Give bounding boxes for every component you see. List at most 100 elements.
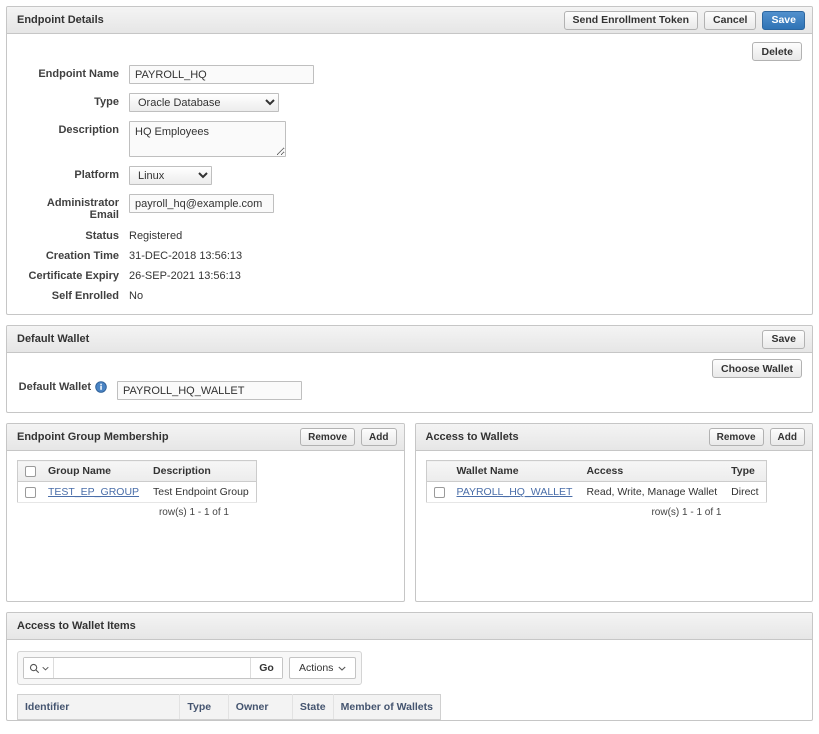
endpoint-group-remove-button[interactable]: Remove xyxy=(300,428,356,446)
select-all-header-cell xyxy=(426,460,450,482)
delete-button[interactable]: Delete xyxy=(752,42,802,61)
column-header-state[interactable]: State xyxy=(292,694,334,720)
status-row: Status Registered xyxy=(17,230,802,242)
access-to-wallet-items-table: Identifier Type Owner State Member of Wa… xyxy=(17,694,441,720)
column-header-type[interactable]: Type xyxy=(179,694,229,720)
access-to-wallets-buttons: Remove Add xyxy=(708,428,805,446)
row-checkbox[interactable] xyxy=(433,486,445,498)
search-icon[interactable] xyxy=(24,658,54,678)
description-field-wrapper: HQ Employees xyxy=(129,121,802,157)
certificate-expiry-label: Certificate Expiry xyxy=(28,270,119,282)
group-name-link[interactable]: TEST_EP_GROUP xyxy=(48,486,139,498)
default-wallet-field-wrapper xyxy=(117,381,802,400)
self-enrolled-value: No xyxy=(129,290,144,302)
chevron-down-icon xyxy=(338,666,347,671)
access-to-wallets-region: Access to Wallets Remove Add Wallet Name… xyxy=(414,423,813,602)
default-wallet-row: Default Wallet xyxy=(17,381,802,400)
table-row: TEST_EP_GROUP Test Endpoint Group xyxy=(17,481,257,503)
wallet-name-link[interactable]: PAYROLL_HQ_WALLET xyxy=(457,486,573,498)
column-header-wallet-name[interactable]: Wallet Name xyxy=(449,460,580,482)
endpoint-details-region: Endpoint Details Send Enrollment Token C… xyxy=(6,6,813,315)
endpoint-group-add-button[interactable]: Add xyxy=(361,428,397,446)
administrator-email-row: Administrator Email xyxy=(17,194,802,221)
creation-time-label: Creation Time xyxy=(45,250,119,262)
certificate-expiry-value: 26-SEP-2021 13:56:13 xyxy=(129,270,241,282)
access-to-wallet-items-region: Access to Wallet Items Go Actions Identi… xyxy=(6,612,813,721)
default-wallet-input[interactable] xyxy=(117,381,302,400)
endpoint-details-header-buttons: Send Enrollment Token Cancel Save xyxy=(563,10,805,30)
status-label: Status xyxy=(85,230,119,242)
search-input[interactable] xyxy=(54,658,250,678)
default-wallet-label-wrapper: Default Wallet xyxy=(17,381,117,393)
table-row: PAYROLL_HQ_WALLET Read, Write, Manage Wa… xyxy=(426,481,767,503)
cell-description: Test Endpoint Group xyxy=(146,481,257,503)
access-to-wallets-remove-button[interactable]: Remove xyxy=(708,428,764,446)
endpoint-details-body: Delete Endpoint Name Type Oracle Databas… xyxy=(7,34,812,314)
description-row: Description HQ Employees xyxy=(17,121,802,157)
platform-label: Platform xyxy=(74,169,119,181)
endpoint-group-membership-body: Group Name Description TEST_EP_GROUP Tes… xyxy=(7,451,404,601)
mid-columns: Endpoint Group Membership Remove Add Gro… xyxy=(6,423,813,612)
type-row: Type Oracle Database xyxy=(17,93,802,112)
endpoint-details-header: Endpoint Details Send Enrollment Token C… xyxy=(7,7,812,34)
endpoint-details-page: Endpoint Details Send Enrollment Token C… xyxy=(0,0,819,734)
access-to-wallets-header: Access to Wallets Remove Add xyxy=(415,424,812,451)
type-select[interactable]: Oracle Database xyxy=(129,93,279,112)
administrator-email-input[interactable] xyxy=(129,194,274,213)
delete-button-wrapper: Delete xyxy=(17,42,802,61)
self-enrolled-label: Self Enrolled xyxy=(51,290,119,302)
search-box: Go xyxy=(23,657,283,679)
platform-field-wrapper: Linux xyxy=(129,166,802,185)
description-textarea[interactable]: HQ Employees xyxy=(129,121,286,157)
save-button[interactable]: Save xyxy=(762,10,805,30)
cell-access: Read, Write, Manage Wallet xyxy=(579,481,725,503)
interactive-report-search-bar: Go Actions xyxy=(17,651,363,685)
column-header-owner[interactable]: Owner xyxy=(228,694,293,720)
default-wallet-label: Default Wallet xyxy=(18,381,91,393)
access-to-wallets-table: Wallet Name Access Type PAYROLL_HQ_WALLE… xyxy=(425,460,767,503)
description-label: Description xyxy=(58,124,119,136)
certificate-expiry-row: Certificate Expiry 26-SEP-2021 13:56:13 xyxy=(17,270,802,282)
endpoint-name-row: Endpoint Name xyxy=(17,65,802,84)
column-header-description[interactable]: Description xyxy=(146,460,257,482)
endpoint-group-membership-header: Endpoint Group Membership Remove Add xyxy=(7,424,404,451)
column-header-identifier[interactable]: Identifier xyxy=(17,694,181,720)
endpoint-name-label: Endpoint Name xyxy=(38,68,119,80)
row-checkbox[interactable] xyxy=(25,486,36,498)
access-to-wallet-items-title: Access to Wallet Items xyxy=(17,620,136,632)
column-header-access[interactable]: Access xyxy=(579,460,725,482)
access-to-wallets-pagination: row(s) 1 - 1 of 1 xyxy=(651,507,722,518)
creation-time-row: Creation Time 31-DEC-2018 13:56:13 xyxy=(17,250,802,262)
cell-wallet-name: PAYROLL_HQ_WALLET xyxy=(449,481,580,503)
choose-wallet-button[interactable]: Choose Wallet xyxy=(712,359,802,378)
creation-time-value: 31-DEC-2018 13:56:13 xyxy=(129,250,243,262)
column-header-type[interactable]: Type xyxy=(724,460,767,482)
access-to-wallets-add-button[interactable]: Add xyxy=(769,428,805,446)
row-select-cell xyxy=(17,481,41,503)
column-header-member-of-wallets[interactable]: Member of Wallets xyxy=(333,694,441,720)
column-header-group-name[interactable]: Group Name xyxy=(41,460,147,482)
select-all-checkbox[interactable] xyxy=(25,465,36,477)
select-all-header-cell xyxy=(17,460,41,482)
row-select-cell xyxy=(426,481,450,503)
default-wallet-header: Default Wallet Save xyxy=(7,326,812,353)
administrator-email-field-wrapper xyxy=(129,194,802,213)
endpoint-group-pagination: row(s) 1 - 1 of 1 xyxy=(158,507,229,518)
type-field-wrapper: Oracle Database xyxy=(129,93,802,112)
endpoint-group-membership-table: Group Name Description TEST_EP_GROUP Tes… xyxy=(17,460,257,503)
endpoint-group-membership-buttons: Remove Add xyxy=(300,428,397,446)
actions-menu-button[interactable]: Actions xyxy=(289,657,357,679)
info-icon[interactable] xyxy=(95,381,107,393)
default-wallet-region: Default Wallet Save Choose Wallet Defaul… xyxy=(6,325,813,413)
platform-row: Platform Linux xyxy=(17,166,802,185)
endpoint-group-membership-title: Endpoint Group Membership xyxy=(17,431,169,443)
endpoint-name-input[interactable] xyxy=(129,65,314,84)
platform-select[interactable]: Linux xyxy=(129,166,212,185)
default-wallet-save-button[interactable]: Save xyxy=(762,329,805,349)
send-enrollment-token-button[interactable]: Send Enrollment Token xyxy=(563,10,699,30)
status-value: Registered xyxy=(129,230,183,242)
cancel-button[interactable]: Cancel xyxy=(704,10,757,30)
administrator-email-label: Administrator Email xyxy=(46,197,119,221)
go-button[interactable]: Go xyxy=(250,658,282,678)
access-to-wallets-title: Access to Wallets xyxy=(425,431,519,443)
